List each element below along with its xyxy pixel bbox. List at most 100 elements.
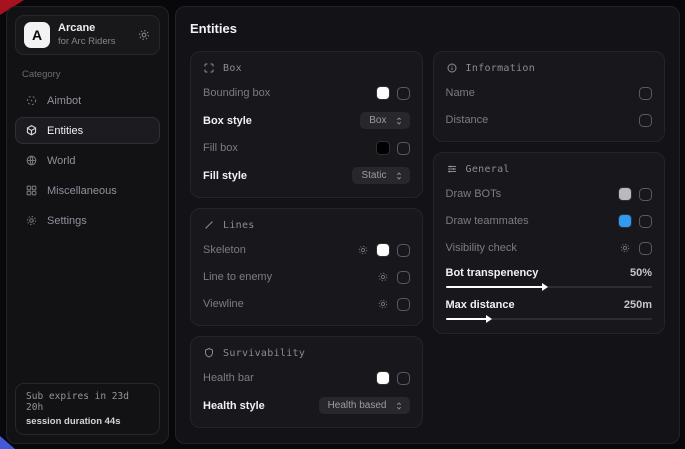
arcane-window: A Arcane for Arc Riders Category Aimbot — [6, 6, 680, 444]
survivability-card-header: Survivability — [203, 347, 410, 359]
skeleton-checkbox[interactable] — [397, 244, 410, 257]
row-label: Distance — [446, 114, 489, 126]
gear-icon — [25, 214, 38, 227]
row-label: Bot transpenency — [446, 267, 539, 279]
box-style-select[interactable]: Box — [360, 112, 409, 129]
lines-card: Lines Skeleton Line to enemy — [190, 208, 423, 326]
setting-row-box-style: Box style Box — [203, 112, 410, 129]
info-icon — [446, 62, 458, 74]
color-swatch[interactable] — [377, 142, 389, 154]
select-value: Static — [361, 170, 386, 181]
box-card: Box Bounding box Box style Box — [190, 51, 423, 198]
cube-icon — [25, 124, 38, 137]
chevron-up-down-icon — [394, 116, 404, 126]
bot-transpenency-slider[interactable] — [446, 286, 653, 288]
color-swatch[interactable] — [377, 372, 389, 384]
setting-row-line-to-enemy: Line to enemy — [203, 269, 410, 285]
page-title: Entities — [190, 21, 665, 36]
card-title: Lines — [223, 220, 255, 231]
row-label: Skeleton — [203, 244, 246, 256]
max-distance-slider[interactable] — [446, 318, 653, 320]
sidebar-nav: Aimbot Entities World Miscellaneous — [15, 87, 160, 234]
gear-icon[interactable] — [377, 271, 389, 283]
setting-row-bounding-box: Bounding box — [203, 85, 410, 101]
slider-thumb[interactable] — [486, 315, 492, 323]
visibility-check-checkbox[interactable] — [639, 242, 652, 255]
grid-icon — [25, 184, 38, 197]
color-swatch[interactable] — [619, 188, 631, 200]
health-bar-checkbox[interactable] — [397, 372, 410, 385]
brand-text: Arcane for Arc Riders — [58, 22, 116, 48]
general-card: General Draw BOTs Draw teammates — [433, 152, 666, 334]
slider-value: 50% — [630, 267, 652, 279]
row-label: Fill box — [203, 142, 238, 154]
row-label: Line to enemy — [203, 271, 272, 283]
chevron-up-down-icon — [394, 171, 404, 181]
select-value: Health based — [328, 400, 387, 411]
name-checkbox[interactable] — [639, 87, 652, 100]
sidebar-item-label: Entities — [47, 125, 83, 137]
gear-icon[interactable] — [357, 244, 369, 256]
sidebar-item-settings[interactable]: Settings — [15, 207, 160, 234]
main-panel: Entities Box Bounding box — [175, 6, 680, 444]
slider-fill — [446, 318, 487, 320]
fill-box-checkbox[interactable] — [397, 142, 410, 155]
slider-value: 250m — [624, 299, 652, 311]
line-to-enemy-checkbox[interactable] — [397, 271, 410, 284]
globe-icon — [25, 154, 38, 167]
brand-subtitle: for Arc Riders — [58, 36, 116, 47]
viewline-checkbox[interactable] — [397, 298, 410, 311]
sidebar-item-label: Miscellaneous — [47, 185, 117, 197]
card-title: Information — [466, 63, 536, 74]
gear-icon[interactable] — [619, 242, 631, 254]
category-label: Category — [22, 69, 153, 80]
information-card: Information Name Distance — [433, 51, 666, 142]
setting-row-name: Name — [446, 85, 653, 101]
color-swatch[interactable] — [377, 87, 389, 99]
setting-row-draw-bots: Draw BOTs — [446, 186, 653, 202]
brand-card: A Arcane for Arc Riders — [15, 15, 160, 55]
sidebar-item-label: World — [47, 155, 76, 167]
setting-row-draw-teammates: Draw teammates — [446, 213, 653, 229]
color-swatch[interactable] — [377, 244, 389, 256]
left-column: Box Bounding box Box style Box — [190, 51, 423, 428]
card-title: Survivability — [223, 348, 305, 359]
setting-row-distance: Distance — [446, 112, 653, 128]
setting-row-skeleton: Skeleton — [203, 242, 410, 258]
draw-bots-checkbox[interactable] — [639, 188, 652, 201]
information-card-header: Information — [446, 62, 653, 74]
box-card-header: Box — [203, 62, 410, 74]
draw-teammates-checkbox[interactable] — [639, 215, 652, 228]
row-label: Health bar — [203, 372, 254, 384]
sidebar-item-world[interactable]: World — [15, 147, 160, 174]
chevron-up-down-icon — [394, 401, 404, 411]
row-label: Name — [446, 87, 475, 99]
gear-icon[interactable] — [137, 28, 151, 42]
right-column: Information Name Distance — [433, 51, 666, 334]
session-duration-text: session duration 44s — [26, 416, 149, 427]
distance-checkbox[interactable] — [639, 114, 652, 127]
setting-row-fill-box: Fill box — [203, 140, 410, 156]
health-style-select[interactable]: Health based — [319, 397, 410, 414]
row-label: Health style — [203, 400, 265, 412]
survivability-card: Survivability Health bar Health style He… — [190, 336, 423, 428]
setting-row-health-style: Health style Health based — [203, 397, 410, 414]
brand-title: Arcane — [58, 22, 116, 35]
general-card-header: General — [446, 163, 653, 175]
row-label: Box style — [203, 115, 252, 127]
setting-row-max-distance: Max distance 250m — [446, 299, 653, 320]
sidebar-item-entities[interactable]: Entities — [15, 117, 160, 144]
fill-style-select[interactable]: Static — [352, 167, 409, 184]
brand-logo: A — [24, 22, 50, 48]
card-title: General — [466, 164, 510, 175]
card-title: Box — [223, 63, 242, 74]
gear-icon[interactable] — [377, 298, 389, 310]
row-label: Max distance — [446, 299, 515, 311]
sidebar-item-aimbot[interactable]: Aimbot — [15, 87, 160, 114]
sidebar-item-miscellaneous[interactable]: Miscellaneous — [15, 177, 160, 204]
bounding-box-checkbox[interactable] — [397, 87, 410, 100]
setting-row-visibility-check: Visibility check — [446, 240, 653, 256]
slider-thumb[interactable] — [542, 283, 548, 291]
diagonal-line-icon — [203, 219, 215, 231]
color-swatch[interactable] — [619, 215, 631, 227]
